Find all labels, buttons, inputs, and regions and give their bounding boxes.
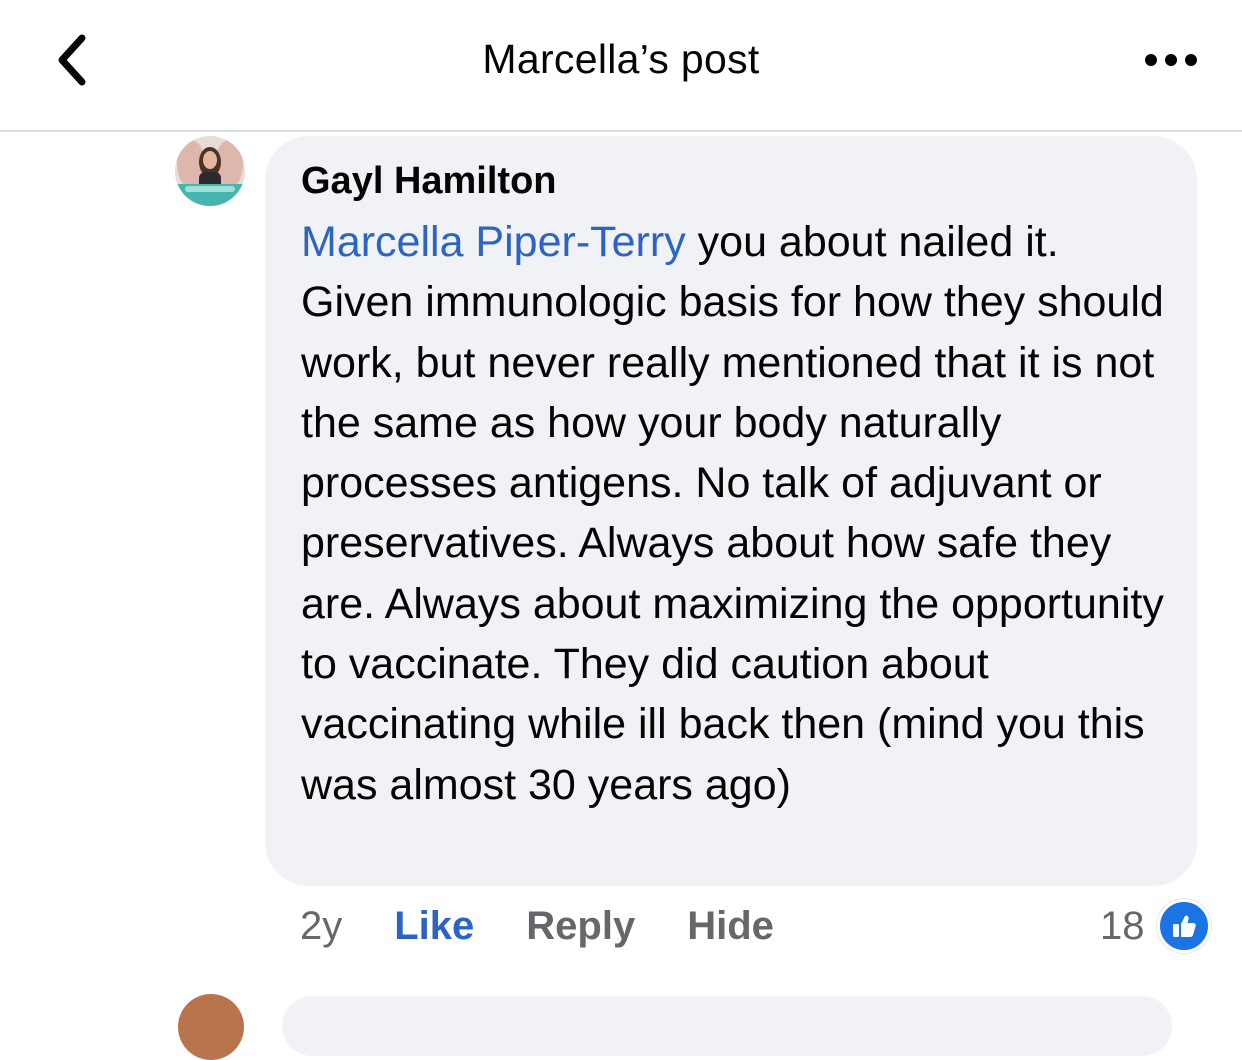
comment-bubble: Gayl Hamilton Marcella Piper-Terry you a… — [265, 136, 1197, 886]
more-horizontal-icon — [1145, 54, 1197, 66]
next-comment-avatar[interactable] — [178, 994, 244, 1060]
next-comment-bubble — [282, 996, 1172, 1056]
reply-button[interactable]: Reply — [526, 904, 635, 949]
like-button[interactable]: Like — [394, 904, 474, 949]
comment-body: Marcella Piper-Terry you about nailed it… — [301, 212, 1181, 815]
thumbs-up-icon — [1172, 915, 1196, 937]
top-bar: Marcella’s post — [0, 0, 1242, 132]
comment-text: you about nailed it. Given immunologic b… — [301, 218, 1164, 809]
comment-age: 2y — [300, 903, 343, 948]
page-title: Marcella’s post — [482, 36, 760, 82]
comment-actions: 2y Like Reply Hide — [300, 900, 826, 952]
mention-link[interactable]: Marcella Piper-Terry — [301, 218, 686, 266]
like-badge — [1156, 899, 1211, 953]
hide-button[interactable]: Hide — [687, 904, 774, 949]
reaction-count: 18 — [1100, 903, 1145, 948]
profile-photo — [175, 136, 245, 206]
comment-author[interactable]: Gayl Hamilton — [301, 160, 557, 203]
reaction-summary[interactable]: 18 — [1100, 898, 1211, 954]
more-options-button[interactable] — [1136, 40, 1206, 80]
avatar[interactable] — [175, 136, 245, 206]
